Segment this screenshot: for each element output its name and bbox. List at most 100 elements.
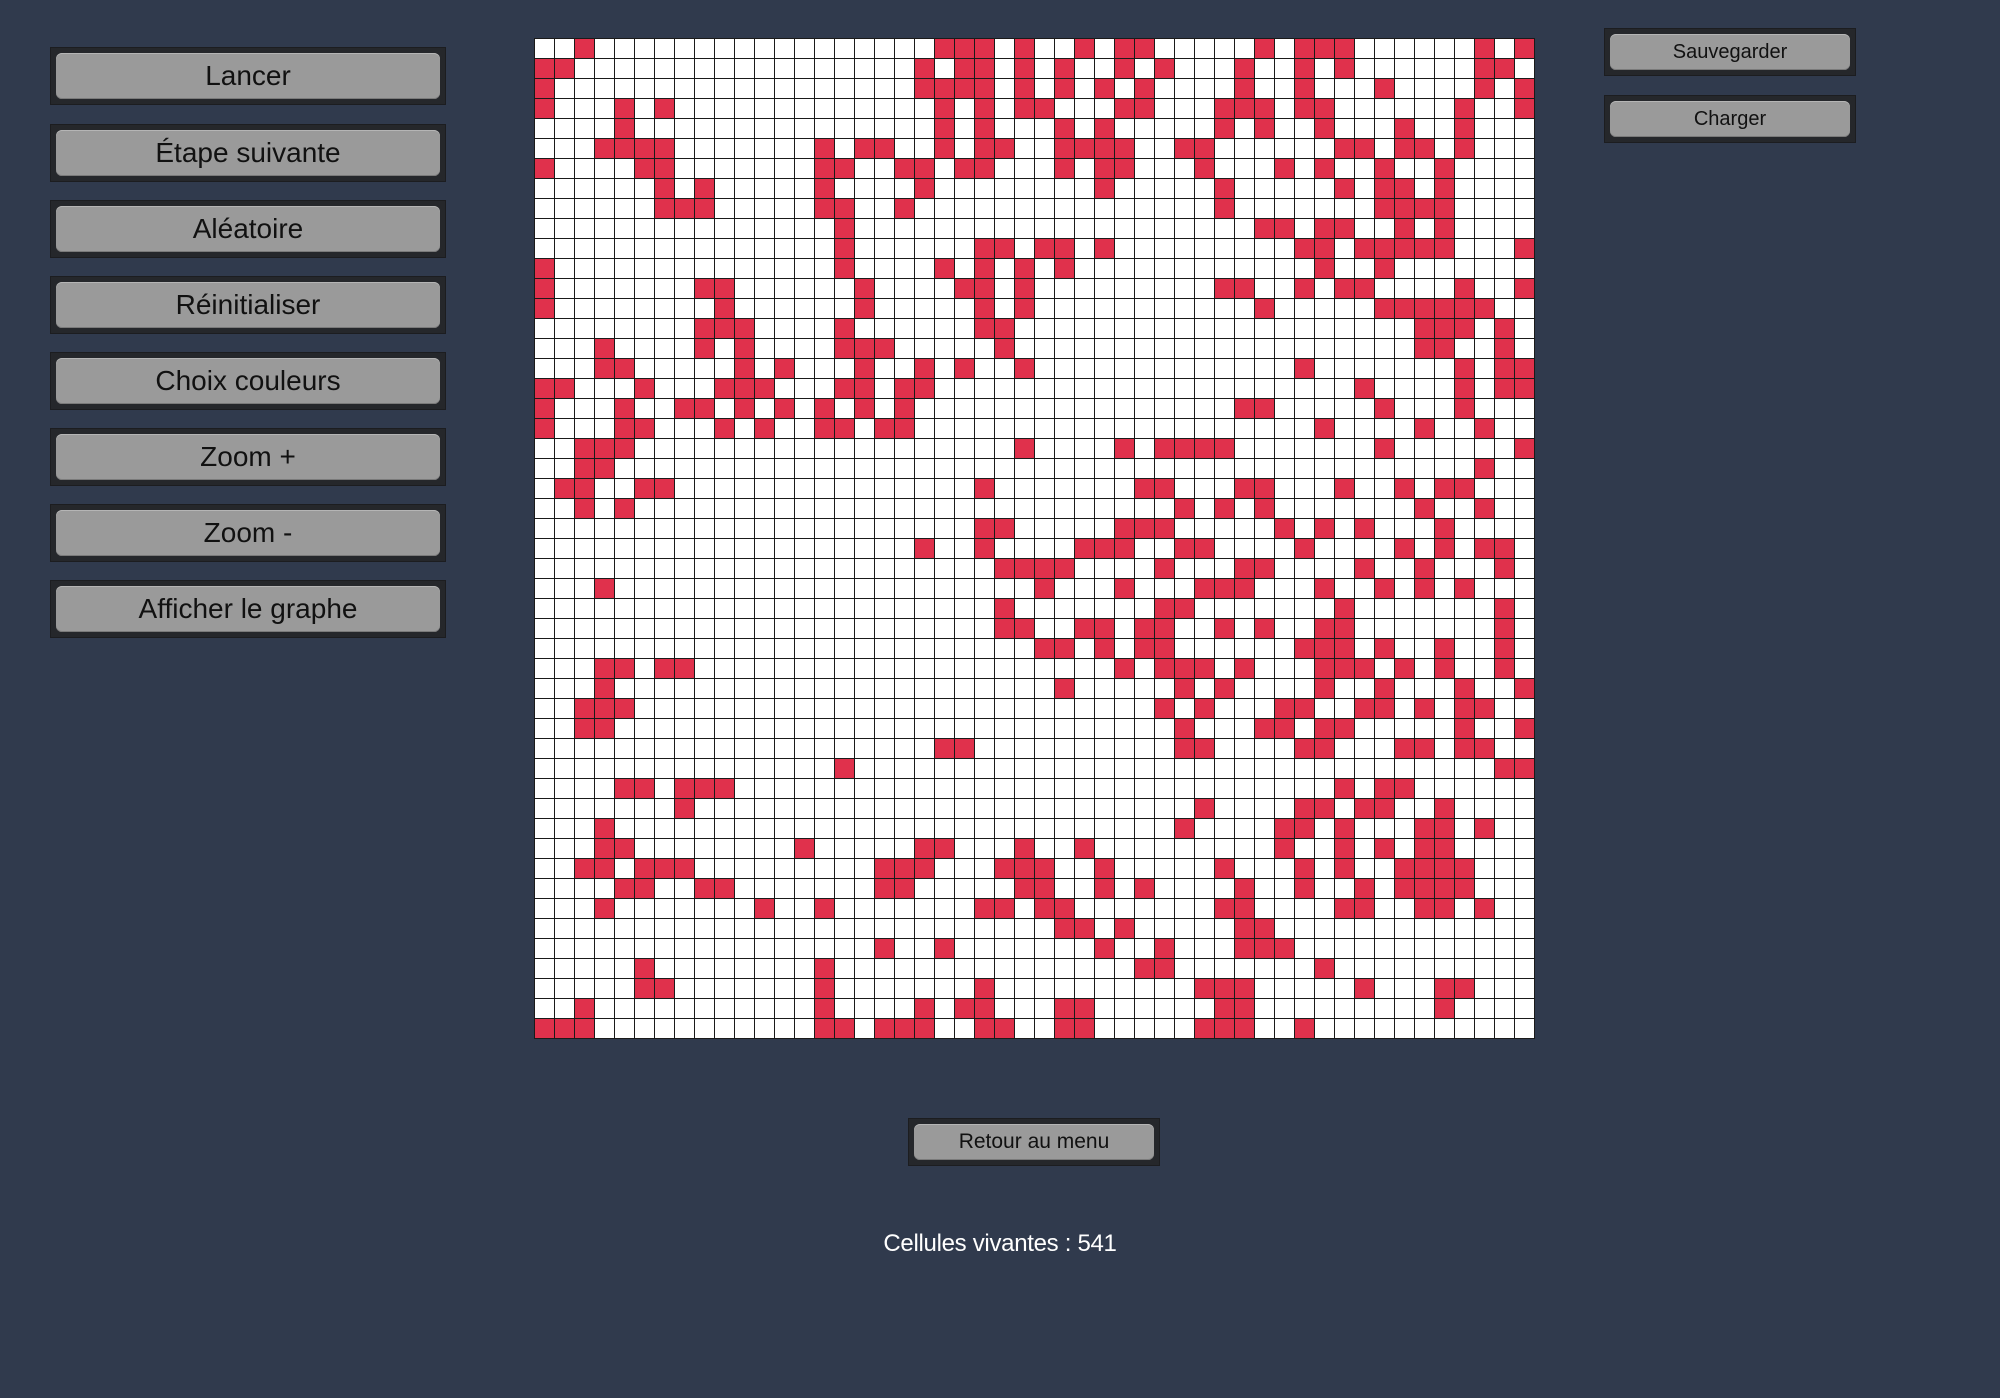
cell-dead[interactable] [1195,939,1215,959]
cell-alive[interactable] [935,739,955,759]
cell-dead[interactable] [855,659,875,679]
cell-dead[interactable] [1335,519,1355,539]
cell-dead[interactable] [1495,959,1515,979]
cell-dead[interactable] [555,219,575,239]
cell-alive[interactable] [1275,939,1295,959]
cell-dead[interactable] [1475,159,1495,179]
cell-dead[interactable] [715,39,735,59]
cell-dead[interactable] [975,459,995,479]
cell-dead[interactable] [1055,99,1075,119]
cell-alive[interactable] [975,999,995,1019]
cell-dead[interactable] [1375,119,1395,139]
cell-dead[interactable] [1215,719,1235,739]
cell-alive[interactable] [1255,119,1275,139]
cell-dead[interactable] [835,139,855,159]
cell-alive[interactable] [1215,279,1235,299]
cell-dead[interactable] [795,939,815,959]
cell-dead[interactable] [835,679,855,699]
cell-dead[interactable] [1095,759,1115,779]
cell-dead[interactable] [975,579,995,599]
cell-dead[interactable] [1335,319,1355,339]
cell-dead[interactable] [835,579,855,599]
cell-dead[interactable] [1295,159,1315,179]
cell-dead[interactable] [755,739,775,759]
cell-dead[interactable] [1235,739,1255,759]
cell-dead[interactable] [1415,599,1435,619]
cell-dead[interactable] [995,499,1015,519]
cell-dead[interactable] [1515,219,1535,239]
cell-alive[interactable] [1035,239,1055,259]
cell-dead[interactable] [1195,859,1215,879]
cell-dead[interactable] [1515,539,1535,559]
cell-dead[interactable] [655,439,675,459]
cell-dead[interactable] [1515,659,1535,679]
cell-dead[interactable] [955,719,975,739]
cell-dead[interactable] [1395,699,1415,719]
cell-dead[interactable] [555,39,575,59]
cell-alive[interactable] [1035,879,1055,899]
cell-alive[interactable] [1035,559,1055,579]
cell-alive[interactable] [955,279,975,299]
cell-dead[interactable] [915,139,935,159]
cell-dead[interactable] [715,1019,735,1039]
cell-dead[interactable] [915,99,935,119]
cell-dead[interactable] [635,459,655,479]
cell-dead[interactable] [1435,699,1455,719]
cell-dead[interactable] [1495,219,1515,239]
cell-alive[interactable] [715,379,735,399]
cell-alive[interactable] [1315,579,1335,599]
cell-alive[interactable] [1435,299,1455,319]
cell-dead[interactable] [995,179,1015,199]
cell-dead[interactable] [1395,419,1415,439]
cell-dead[interactable] [1215,819,1235,839]
cell-dead[interactable] [675,959,695,979]
cell-dead[interactable] [1255,339,1275,359]
cell-dead[interactable] [715,179,735,199]
cell-dead[interactable] [675,499,695,519]
cell-alive[interactable] [735,379,755,399]
cell-alive[interactable] [1315,799,1335,819]
cell-dead[interactable] [1095,419,1115,439]
cell-alive[interactable] [1195,439,1215,459]
cell-dead[interactable] [635,799,655,819]
cell-dead[interactable] [1375,879,1395,899]
cell-dead[interactable] [1275,379,1295,399]
cell-dead[interactable] [675,559,695,579]
cell-dead[interactable] [595,939,615,959]
cell-dead[interactable] [1155,499,1175,519]
cell-dead[interactable] [955,139,975,159]
cell-alive[interactable] [1215,899,1235,919]
cell-dead[interactable] [695,79,715,99]
cell-dead[interactable] [735,159,755,179]
cell-alive[interactable] [1095,639,1115,659]
cell-dead[interactable] [995,799,1015,819]
cell-dead[interactable] [1375,99,1395,119]
cell-dead[interactable] [895,679,915,699]
cell-alive[interactable] [1195,739,1215,759]
cell-dead[interactable] [875,679,895,699]
cell-dead[interactable] [975,859,995,879]
cell-dead[interactable] [1115,239,1135,259]
cell-dead[interactable] [715,579,735,599]
cell-dead[interactable] [1495,439,1515,459]
cell-dead[interactable] [1055,399,1075,419]
cell-dead[interactable] [1115,979,1135,999]
cell-alive[interactable] [1335,659,1355,679]
cell-dead[interactable] [635,239,655,259]
cell-dead[interactable] [1255,519,1275,539]
cell-dead[interactable] [855,859,875,879]
cell-alive[interactable] [1015,619,1035,639]
cell-dead[interactable] [655,279,675,299]
cell-dead[interactable] [1395,619,1415,639]
cell-dead[interactable] [1255,199,1275,219]
cell-dead[interactable] [1135,799,1155,819]
cell-dead[interactable] [995,759,1015,779]
cell-dead[interactable] [1195,639,1215,659]
cell-dead[interactable] [1295,119,1315,139]
cell-dead[interactable] [1375,59,1395,79]
cell-dead[interactable] [795,959,815,979]
cell-dead[interactable] [775,339,795,359]
cell-dead[interactable] [1035,699,1055,719]
cell-alive[interactable] [1175,139,1195,159]
cell-dead[interactable] [615,739,635,759]
